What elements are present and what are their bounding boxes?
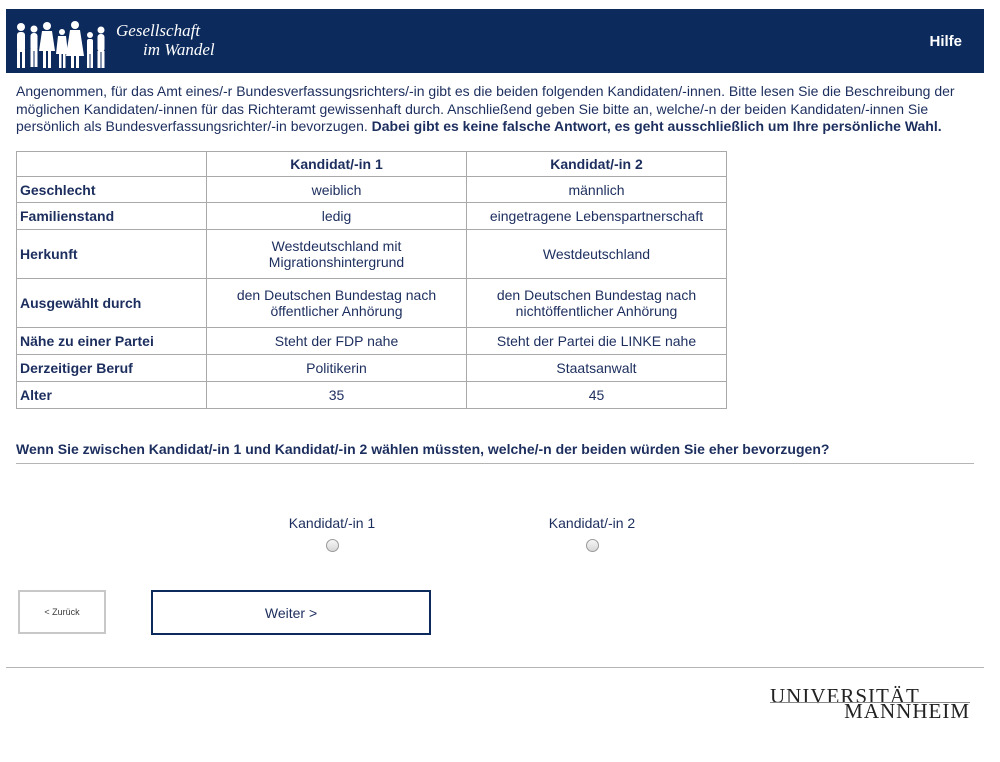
cell-candidate-2: Westdeutschland [466,229,727,279]
cell-candidate-1: 35 [206,381,467,409]
radio-candidate-1[interactable] [325,539,339,552]
logo-text: Gesellschaft im Wandel [116,21,215,59]
cell-candidate-2: den Deutschen Bundestag nach nichtöffent… [466,278,727,328]
help-link[interactable]: Hilfe [929,33,962,50]
cell-candidate-1: Steht der FDP nahe [206,327,467,355]
row-label: Nähe zu einer Partei [16,327,207,355]
university-logo: UNIVERSITÄT MANNHEIM [770,684,970,723]
row-label: Alter [16,381,207,409]
table-row: Geschlecht weiblich männlich [16,176,727,203]
row-label: Geschlecht [16,176,207,203]
table-row: Familienstand ledig eingetragene Lebensp… [16,202,727,230]
radio-candidate-2[interactable] [585,539,599,552]
table-row: Alter 35 45 [16,381,727,409]
table-row: Ausgewählt durch den Deutschen Bundestag… [16,278,727,328]
cell-candidate-2: eingetragene Lebenspartnerschaft [466,202,727,230]
divider [16,463,974,464]
row-label: Ausgewählt durch [16,278,207,328]
next-button[interactable]: Weiter > [151,590,431,635]
table-header-candidate-1: Kandidat/-in 1 [206,151,467,177]
footer-divider [6,667,984,668]
option-candidate-1[interactable]: Kandidat/-in 1 [262,515,402,552]
cell-candidate-2: Steht der Partei die LINKE nahe [466,327,727,355]
row-label: Derzeitiger Beruf [16,354,207,382]
logo-line-1: Gesellschaft [116,21,201,40]
university-logo-line-2: MANNHEIM [844,699,970,723]
row-label: Herkunft [16,229,207,279]
option-candidate-2[interactable]: Kandidat/-in 2 [522,515,662,552]
table-row: Nähe zu einer Partei Steht der FDP nahe … [16,327,727,355]
candidate-table: Kandidat/-in 1 Kandidat/-in 2 Geschlecht… [16,151,727,409]
table-row: Herkunft Westdeutschland mit Migrationsh… [16,229,727,279]
table-row: Derzeitiger Beruf Politikerin Staatsanwa… [16,354,727,382]
cell-candidate-2: Staatsanwalt [466,354,727,382]
cell-candidate-1: Politikerin [206,354,467,382]
table-header-row: Kandidat/-in 1 Kandidat/-in 2 [16,151,727,177]
option-label: Kandidat/-in 2 [548,515,636,531]
header-bar: Gesellschaft im Wandel Hilfe [6,9,984,73]
cell-candidate-2: 45 [466,381,727,409]
cell-candidate-2: männlich [466,176,727,203]
intro-bold: Dabei gibt es keine falsche Antwort, es … [371,118,942,134]
question-text: Wenn Sie zwischen Kandidat/-in 1 und Kan… [16,441,830,457]
logo-line-2: im Wandel [143,40,215,59]
people-silhouettes-icon [17,21,105,68]
cell-candidate-1: ledig [206,202,467,230]
table-header-candidate-2: Kandidat/-in 2 [466,151,727,177]
cell-candidate-1: weiblich [206,176,467,203]
cell-candidate-1: den Deutschen Bundestag nach öffentliche… [206,278,467,328]
table-header-empty [16,151,207,177]
option-label: Kandidat/-in 1 [288,515,376,531]
back-button[interactable]: < Zurück [18,590,106,634]
row-label: Familienstand [16,202,207,230]
cell-candidate-1: Westdeutschland mit Migrationshintergrun… [206,229,467,279]
intro-text: Angenommen, für das Amt eines/-r Bundesv… [16,83,978,136]
